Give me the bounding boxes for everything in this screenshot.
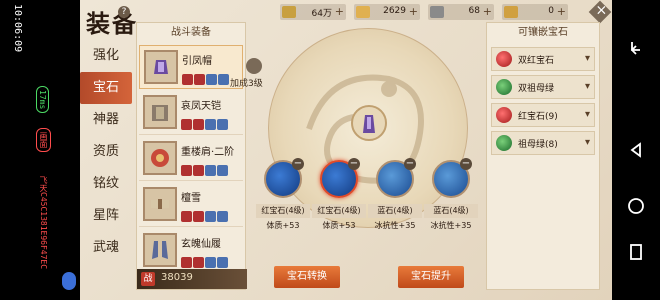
equipment-list-header: 战斗装备 xyxy=(171,27,211,38)
gem-convert-button[interactable]: 宝石转换 xyxy=(274,266,340,288)
combat-power-bar: 战 38039 xyxy=(137,269,247,289)
chevron-down-icon: ▾ xyxy=(584,137,590,148)
device-badge: 画面 xyxy=(36,128,51,152)
inlay-gem-list: 可镶嵌宝石 双红宝石 ▾ 双祖母绿 ▾ 红宝石(9) ▾ 祖母绿(8) ▾ xyxy=(486,22,600,290)
home-icon[interactable] xyxy=(626,196,646,216)
page-title: 装备 xyxy=(86,9,138,38)
ruby-icon xyxy=(496,51,512,67)
remove-gem-icon[interactable]: − xyxy=(348,158,360,170)
equip-name: 玄魄仙履 xyxy=(181,239,221,250)
tab-strengthen[interactable]: 强化 xyxy=(80,40,132,72)
equip-name: 哀凤天铠 xyxy=(181,101,221,112)
equip-gems xyxy=(181,115,229,130)
gem-name: 蓝石(4级) xyxy=(424,204,478,218)
remove-gem-icon[interactable]: − xyxy=(460,158,472,170)
back-arrow-icon[interactable] xyxy=(626,38,646,58)
silver-icon xyxy=(282,6,296,18)
inlay-item[interactable]: 双祖母绿 ▾ xyxy=(491,75,595,99)
gem-stat: 体质+53 xyxy=(266,221,300,230)
level-bonus-icon[interactable] xyxy=(246,58,262,74)
power-label: 战 xyxy=(141,272,155,286)
tab-rune[interactable]: 铭纹 xyxy=(80,168,132,200)
boots-icon xyxy=(143,233,177,267)
remove-gem-icon[interactable]: − xyxy=(404,158,416,170)
gem-upgrade-button[interactable]: 宝石提升 xyxy=(398,266,464,288)
inlay-list-header: 可镶嵌宝石 xyxy=(518,27,568,38)
tab-aptitude[interactable]: 资质 xyxy=(80,136,132,168)
inlay-item[interactable]: 祖母绿(8) ▾ xyxy=(491,131,595,155)
equip-gems xyxy=(181,207,229,222)
gem-stat: 冰抗性+35 xyxy=(430,221,472,230)
equip-item[interactable]: 重楼肩·二阶 xyxy=(139,137,243,181)
help-icon[interactable]: ? xyxy=(118,6,130,18)
level-bonus-text: 加成3级 xyxy=(230,79,263,89)
currency-jade[interactable]: 68 + xyxy=(428,4,494,20)
selected-equipment-icon xyxy=(351,105,387,141)
tab-artifact[interactable]: 神器 xyxy=(80,104,132,136)
clock: 10:06:09 xyxy=(12,4,23,53)
floating-ball-icon[interactable] xyxy=(62,272,76,290)
ruby-icon xyxy=(496,107,512,123)
currency-bar: 64万 + 2629 + 68 + 0 + xyxy=(280,4,580,20)
emerald-icon xyxy=(496,135,512,151)
currency-gold[interactable]: 2629 + xyxy=(354,4,420,20)
device-id: 飞天C45C1381E96F47EC xyxy=(39,176,48,270)
equip-name: 引凤帽 xyxy=(182,56,212,67)
equip-item[interactable]: 引凤帽 xyxy=(139,45,243,89)
gem-slots: − 红宝石(4级) 体质+53 − 红宝石(4级) 体质+53 − 蓝石(4级)… xyxy=(256,158,482,240)
equip-gems xyxy=(181,161,229,176)
system-status-strip: 10:06:09 17ms 画面 飞天C45C1381E96F47EC xyxy=(0,0,80,300)
equipment-list: 战斗装备 引凤帽 哀凤天铠 重楼肩·二阶 檀雪 玄魄仙履 战 38039 xyxy=(136,22,247,290)
inlay-item[interactable]: 红宝石(9) ▾ xyxy=(491,103,595,127)
emerald-icon xyxy=(496,79,512,95)
game-screen: 装备 ? 强化 宝石 神器 资质 铭纹 星阵 武魂 战斗装备 引凤帽 哀凤天铠 … xyxy=(80,0,612,300)
equip-item[interactable]: 檀雪 xyxy=(139,183,243,227)
belt-icon xyxy=(143,187,177,221)
navigation-bar xyxy=(612,0,660,300)
equip-gems xyxy=(181,253,229,268)
power-value: 38039 xyxy=(161,272,193,283)
gem-name: 红宝石(4级) xyxy=(312,204,366,218)
gem-stat: 冰抗性+35 xyxy=(374,221,416,230)
back-triangle-icon[interactable] xyxy=(626,140,646,160)
equip-name: 檀雪 xyxy=(181,193,201,204)
armor-icon xyxy=(143,95,177,129)
equip-item[interactable]: 玄魄仙履 xyxy=(139,229,243,273)
add-icon[interactable]: + xyxy=(335,5,344,18)
add-icon[interactable]: + xyxy=(483,5,492,18)
shoulder-icon xyxy=(143,141,177,175)
tab-soul[interactable]: 武魂 xyxy=(80,232,132,264)
tab-gem[interactable]: 宝石 xyxy=(80,72,132,104)
chevron-down-icon: ▾ xyxy=(584,109,590,120)
gem-stat: 体质+53 xyxy=(322,221,356,230)
helmet-icon xyxy=(144,50,178,84)
chevron-down-icon: ▾ xyxy=(584,53,590,64)
currency-silver[interactable]: 64万 + xyxy=(280,4,346,20)
equip-item[interactable]: 哀凤天铠 xyxy=(139,91,243,135)
jade-icon xyxy=(430,6,444,18)
add-icon[interactable]: + xyxy=(557,5,566,18)
fps-badge: 17ms xyxy=(36,86,49,114)
gem-name: 蓝石(4级) xyxy=(368,204,422,218)
inlay-item[interactable]: 双红宝石 ▾ xyxy=(491,47,595,71)
tab-star-array[interactable]: 星阵 xyxy=(80,200,132,232)
equip-gems xyxy=(182,70,230,85)
currency-bind-gold[interactable]: 0 + xyxy=(502,4,568,20)
equip-name: 重楼肩·二阶 xyxy=(181,147,235,158)
gem-name: 红宝石(4级) xyxy=(256,204,310,218)
close-button[interactable] xyxy=(588,0,612,24)
tab-menu: 强化 宝石 神器 资质 铭纹 星阵 武魂 xyxy=(80,40,132,264)
gold-icon xyxy=(356,6,370,18)
chevron-down-icon: ▾ xyxy=(584,81,590,92)
add-icon[interactable]: + xyxy=(409,5,418,18)
recents-icon[interactable] xyxy=(626,242,646,262)
bind-gold-icon xyxy=(504,6,518,18)
remove-gem-icon[interactable]: − xyxy=(292,158,304,170)
